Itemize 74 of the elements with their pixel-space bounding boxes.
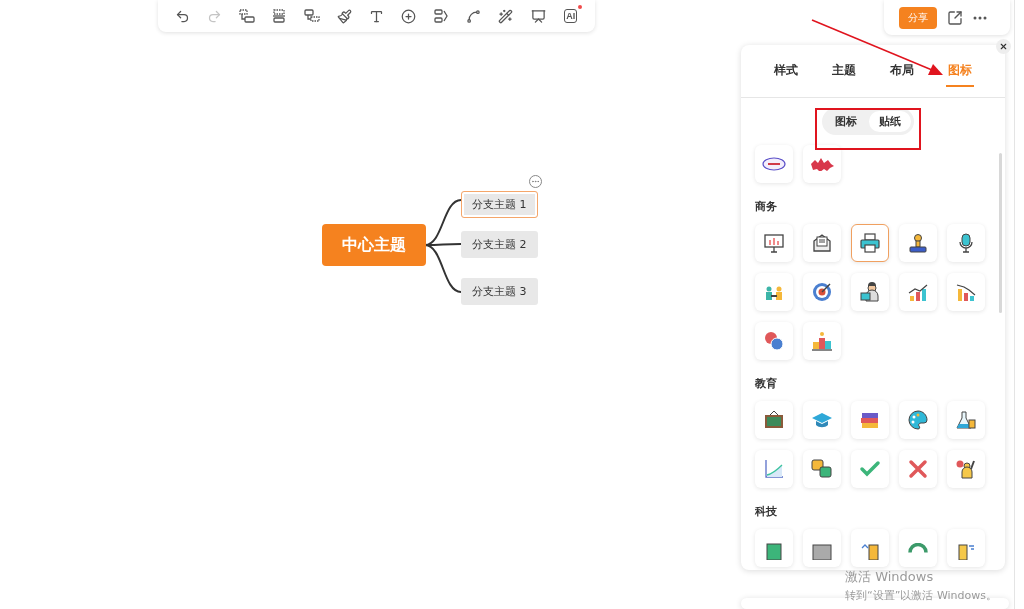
icon-tile[interactable]: [755, 273, 793, 311]
more-button[interactable]: [973, 15, 987, 20]
burst-sticker-icon: [809, 157, 835, 171]
redo-icon: [207, 8, 223, 24]
icon-tile[interactable]: [803, 273, 841, 311]
icon-tile[interactable]: [803, 322, 841, 360]
open-external-button[interactable]: [947, 9, 963, 26]
section-title: 教育: [755, 376, 778, 391]
icon-tile[interactable]: [899, 529, 937, 567]
curve-icon: [466, 8, 482, 24]
palette-icon: [906, 408, 930, 432]
icon-tile[interactable]: [851, 450, 889, 488]
panel-tab[interactable]: 主题: [830, 55, 858, 87]
podium-icon: [810, 329, 834, 353]
summary-icon: [433, 9, 449, 23]
magic-wand-icon: [498, 8, 514, 24]
sticker-tile[interactable]: [755, 145, 793, 183]
panel-tab[interactable]: 样式: [772, 55, 800, 87]
icon-tile[interactable]: [851, 529, 889, 567]
presentation-board-icon: [762, 231, 786, 255]
external-link-icon: [947, 9, 963, 26]
panel-tab[interactable]: 布局: [888, 55, 916, 87]
sticker-tile[interactable]: [803, 145, 841, 183]
more-options-button[interactable]: [529, 175, 542, 188]
undo-icon: [174, 8, 190, 24]
icon-tile[interactable]: [851, 224, 889, 262]
icon-tile[interactable]: [803, 224, 841, 262]
icon-tile[interactable]: [947, 401, 985, 439]
icon-tile[interactable]: [755, 322, 793, 360]
segment-option[interactable]: 图标: [825, 111, 867, 132]
icon-tile[interactable]: [851, 273, 889, 311]
icon-tile[interactable]: [947, 529, 985, 567]
sibling-topic-icon: [272, 9, 287, 23]
icon-tile[interactable]: [755, 224, 793, 262]
section-title: 科技: [755, 504, 778, 519]
ai-button[interactable]: AI: [559, 5, 582, 27]
icon-tile[interactable]: [803, 450, 841, 488]
icon-tile[interactable]: [755, 450, 793, 488]
icon-tile[interactable]: [755, 529, 793, 567]
presentation-icon: [530, 8, 546, 24]
person-at-laptop-icon: [858, 280, 882, 304]
scrollbar[interactable]: [999, 153, 1002, 313]
icon-tile[interactable]: [899, 273, 937, 311]
icon-tile[interactable]: [899, 401, 937, 439]
target-icon: [810, 280, 834, 304]
close-button[interactable]: [996, 39, 1011, 54]
line-graph-icon: [762, 457, 786, 481]
stamp-icon: [906, 231, 930, 255]
icon-tile[interactable]: [755, 401, 793, 439]
icon-tile[interactable]: [947, 273, 985, 311]
icon-tile[interactable]: [851, 401, 889, 439]
icon-tile[interactable]: [947, 224, 985, 262]
icon-tile[interactable]: [947, 450, 985, 488]
child-topic-icon: [238, 9, 255, 23]
branch-topic[interactable]: 分支主题 1: [461, 191, 538, 218]
printer-icon: [858, 231, 882, 255]
close-icon: [999, 42, 1008, 51]
icon-tile[interactable]: [899, 224, 937, 262]
cross-icon: [906, 457, 930, 481]
parent-topic-icon: [303, 9, 320, 23]
branch-topic[interactable]: 分支主题 2: [461, 231, 538, 258]
activation-title: 激活 Windows: [845, 568, 935, 586]
segment-option[interactable]: 贴纸: [869, 111, 911, 132]
flask-icon: [954, 408, 978, 432]
more-icon: [973, 15, 987, 20]
more-icon: [531, 177, 540, 186]
text-icon: [368, 8, 384, 24]
icon-tile[interactable]: [803, 529, 841, 567]
icon-tile[interactable]: [803, 401, 841, 439]
add-icon: [401, 8, 417, 24]
activation-message: 转到“设置”以激活 Windows。: [845, 588, 997, 603]
section-title: 商务: [755, 199, 778, 214]
branch-topic[interactable]: 分支主题 3: [461, 278, 538, 305]
icon-tile[interactable]: [899, 450, 937, 488]
